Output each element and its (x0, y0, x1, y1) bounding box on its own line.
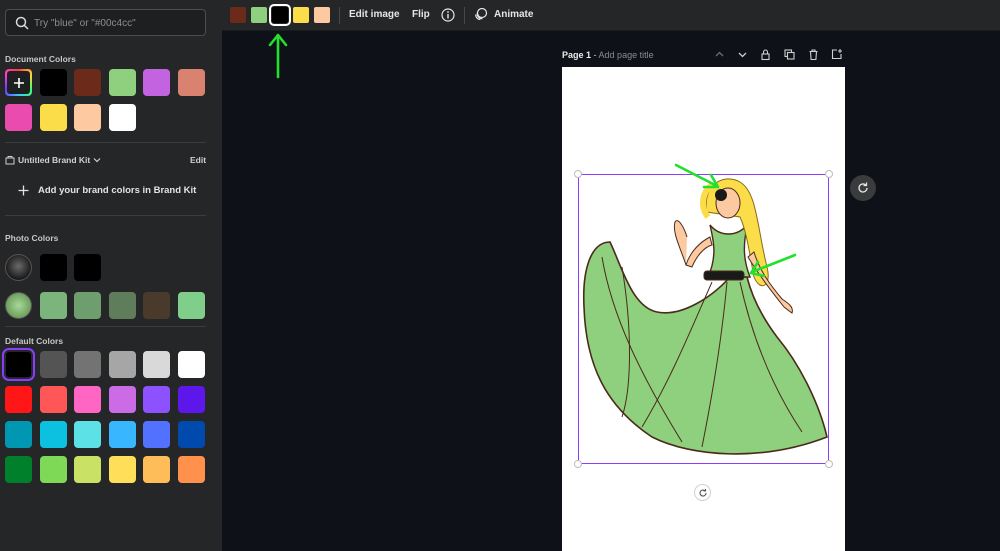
arrow-up-icon (268, 33, 288, 79)
annotation-arrows (268, 33, 797, 278)
arrow-to-hair-icon (674, 163, 720, 189)
arrow-to-belt-icon (749, 253, 797, 278)
